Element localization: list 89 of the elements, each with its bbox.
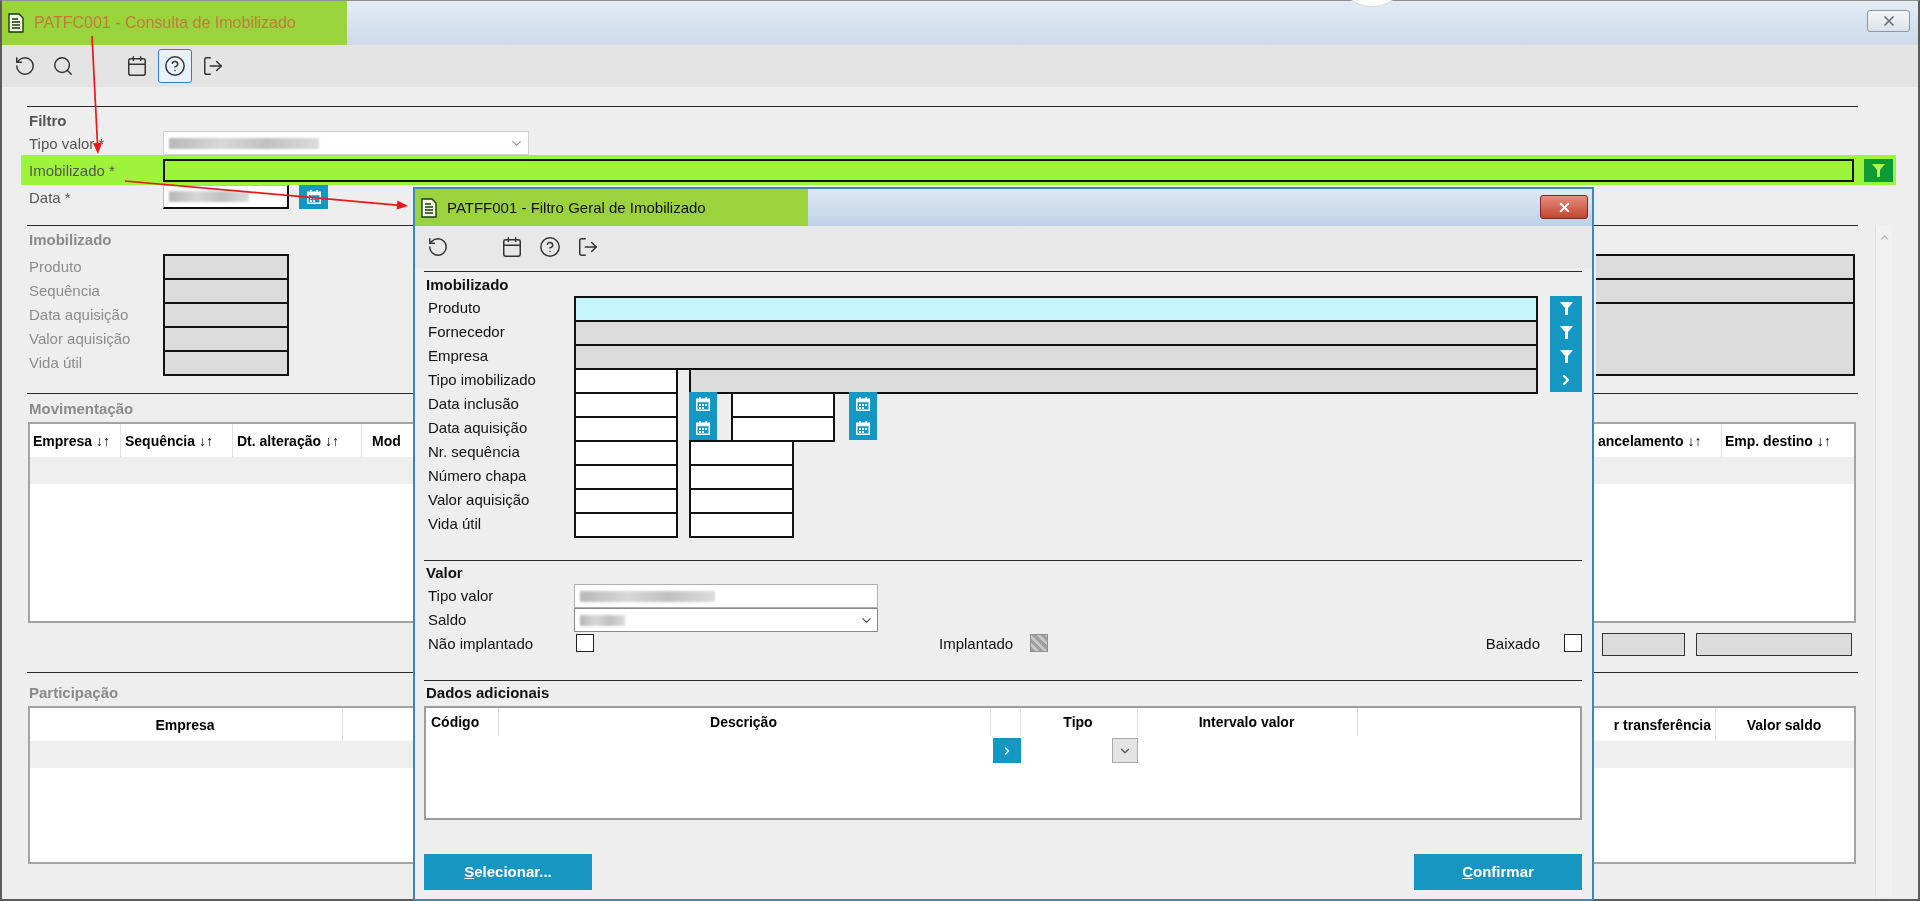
refresh-icon (14, 55, 36, 77)
filter-button[interactable] (1550, 296, 1582, 320)
field-label: Vida útil (427, 514, 483, 534)
calendar-icon (856, 397, 870, 411)
section-title: Dados adicionais (426, 683, 550, 703)
input-field[interactable] (689, 488, 794, 514)
window-title: PATFC001 - Consulta de Imobilizado (34, 14, 296, 32)
date-field[interactable] (574, 416, 678, 442)
input-field[interactable] (574, 512, 678, 538)
column-header[interactable]: Valor saldo (1716, 708, 1854, 741)
column-header[interactable]: Código (426, 708, 499, 736)
section-title: Participação (29, 683, 119, 703)
calendar-icon (306, 190, 321, 204)
input-field[interactable] (574, 440, 678, 466)
column-header[interactable]: Tipo (1021, 708, 1138, 736)
select-field[interactable] (574, 608, 878, 632)
section-title: Movimentação (29, 399, 134, 419)
section-title: Imobilizado (426, 275, 509, 295)
filter-button[interactable] (1864, 158, 1893, 182)
column-header[interactable]: Emp. destino ↓↑ (1722, 424, 1854, 457)
field-label: Produto (427, 298, 482, 318)
field-label: Nr. sequência (427, 442, 521, 462)
field-label: Data * (29, 188, 72, 206)
calendar-icon (696, 421, 710, 435)
field-label: Número chapa (427, 466, 528, 486)
calendar-icon (501, 236, 523, 258)
filter-icon (1559, 349, 1573, 363)
input-field[interactable] (689, 440, 794, 466)
section-title: Valor (426, 563, 463, 583)
input-field[interactable] (689, 368, 1538, 394)
calendar-icon (696, 397, 710, 411)
column-header[interactable]: Intervalo valor (1138, 708, 1358, 736)
checkbox[interactable] (1564, 634, 1582, 652)
filter-icon (1559, 301, 1573, 315)
field-label: Data aquisição (427, 418, 529, 438)
input-field[interactable] (574, 584, 878, 608)
field-label: Valor aquisição (427, 490, 531, 510)
input-field[interactable] (574, 320, 1538, 346)
field-label: Tipo imobilizado (427, 370, 537, 390)
field-label: Fornecedor (427, 322, 506, 342)
lookup-button[interactable] (1550, 368, 1582, 392)
input-field[interactable] (574, 344, 1538, 370)
field-label: Data inclusão (427, 394, 520, 414)
calendar-button[interactable] (299, 185, 328, 209)
field-label: Saldo (427, 610, 468, 630)
help-icon (539, 236, 561, 258)
date-field[interactable] (731, 392, 835, 418)
help-button[interactable] (158, 49, 192, 83)
search-icon (52, 55, 74, 77)
field-label: Imobilizado * (29, 161, 116, 179)
calendar-icon (126, 55, 148, 77)
field-label: Tipo valor (427, 586, 495, 606)
filter-icon (1559, 325, 1573, 339)
checkbox-label: Implantado (939, 634, 1014, 652)
column-header[interactable]: Descrição (499, 708, 991, 736)
input-field[interactable] (689, 512, 794, 538)
date-field[interactable] (163, 185, 289, 209)
input-field[interactable] (574, 488, 678, 514)
dropdown-button[interactable] (1112, 738, 1138, 763)
field-label: Vida útil (28, 353, 84, 371)
exit-icon (577, 236, 599, 258)
checkbox[interactable] (576, 634, 594, 652)
select-field[interactable] (163, 131, 529, 155)
filter-icon (1872, 163, 1885, 177)
calendar-icon (856, 421, 870, 435)
close-button[interactable] (1540, 195, 1588, 219)
document-icon (8, 13, 24, 33)
input-field[interactable] (689, 464, 794, 490)
field-label: Empresa (427, 346, 490, 366)
column-header[interactable]: Mod (362, 424, 413, 457)
section-title: Filtro (29, 111, 67, 131)
checkbox-label: Baixado (1485, 634, 1540, 652)
input-field[interactable] (574, 368, 678, 394)
exit-icon (202, 55, 224, 77)
input-field[interactable] (574, 464, 678, 490)
date-field[interactable] (574, 392, 678, 418)
date-field[interactable] (731, 416, 835, 442)
input-field[interactable] (574, 296, 1538, 322)
document-icon (421, 197, 437, 218)
section-title: Imobilizado (29, 230, 112, 250)
input-field[interactable] (163, 158, 1854, 182)
field-label: Valor aquisição (28, 329, 132, 347)
checkbox-label: Não implantado (427, 634, 535, 652)
help-icon (164, 55, 186, 77)
field-label: Data aquisição (28, 305, 130, 323)
window-title: PATFF001 - Filtro Geral de Imobilizado (447, 199, 706, 216)
field-label: Sequência (28, 281, 101, 299)
refresh-icon (427, 236, 449, 258)
field-label: Produto (28, 257, 83, 275)
